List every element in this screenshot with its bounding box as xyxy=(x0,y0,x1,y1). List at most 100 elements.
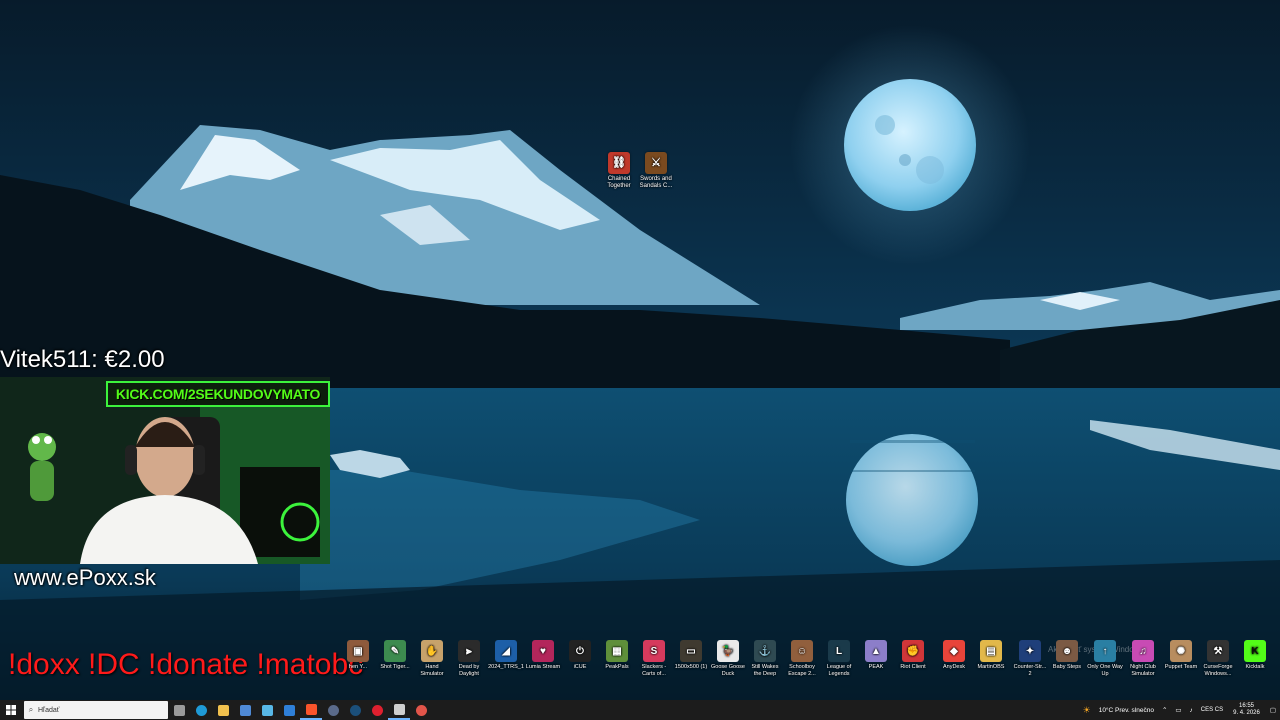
desktop-icon-label: Still Wakes the Deep xyxy=(751,664,779,677)
file-explorer-icon[interactable] xyxy=(212,700,234,720)
desktop-icon-label: Dead by Daylight xyxy=(458,664,480,677)
recorder-icon[interactable] xyxy=(410,700,432,720)
app-shortcut-icon: ▦ xyxy=(606,640,628,662)
weather-icon[interactable]: ☀ xyxy=(1083,705,1091,716)
app-shortcut-icon: 🦆 xyxy=(717,640,739,662)
desktop-icon[interactable]: ↑ Only One Way Up xyxy=(1087,640,1123,678)
desktop-icon[interactable]: ✋ Hand Simulator xyxy=(414,640,450,678)
desktop-icon-label: Puppet Team xyxy=(1164,664,1198,670)
app-shortcut-icon: ▭ xyxy=(680,640,702,662)
desktop-icon[interactable]: ♥ Lumia Stream xyxy=(525,640,561,671)
app-shortcut-icon: ✦ xyxy=(1019,640,1041,662)
app-shortcut-icon: ⚒ xyxy=(1207,640,1229,662)
desktop-icon[interactable]: ▦ PeakPals xyxy=(599,640,635,671)
app-shortcut-icon: ◆ xyxy=(943,640,965,662)
desktop-icon[interactable]: ✦ Counter-Str... 2 xyxy=(1012,640,1048,678)
desktop-icon-label: Baby Steps xyxy=(1052,664,1082,670)
language-indicator[interactable]: CES CS xyxy=(1201,707,1223,714)
steam-icon[interactable] xyxy=(344,700,366,720)
desktop-icon[interactable]: ⚓ Still Wakes the Deep xyxy=(747,640,783,678)
desktop-icon[interactable]: ✺ Puppet Team xyxy=(1163,640,1199,671)
app-shortcut-icon: ▤ xyxy=(980,640,1002,662)
app-shortcut-icon: ♫ xyxy=(1132,640,1154,662)
app-shortcut-icon: ✎ xyxy=(384,640,406,662)
network-icon[interactable]: ▭ xyxy=(1175,706,1181,714)
desktop-icon[interactable]: ☻ Baby Steps xyxy=(1049,640,1085,671)
app-shortcut-icon: L xyxy=(828,640,850,662)
desktop-icon-label: Kicktalk xyxy=(1245,664,1265,670)
desktop-icon[interactable]: ◆ AnyDesk xyxy=(936,640,972,671)
desktop-icon-label: 2024_TTRS_1 xyxy=(488,664,524,670)
desktop-icon-label: 1500x500 (1) xyxy=(674,664,708,670)
desktop-icon-label: PEAK xyxy=(868,664,884,670)
opera-icon[interactable] xyxy=(366,700,388,720)
app-shortcut-icon: ⏻ xyxy=(569,640,591,662)
desktop-icon-label: Shot Tiger... xyxy=(380,664,410,670)
desktop-icon[interactable]: ✊ Riot Client xyxy=(895,640,931,671)
desktop-icon[interactable]: ⏻ iCUE xyxy=(562,640,598,671)
desktop-icon[interactable]: ☺ Schoolboy Escape 2... xyxy=(784,640,820,678)
weather-text[interactable]: 10°C Prev. slnečno xyxy=(1099,707,1154,714)
search-icon: ⌕ xyxy=(28,705,34,714)
desktop-icon[interactable]: S Slackers - Carts of... xyxy=(636,640,672,678)
notifications-icon[interactable]: ▢ xyxy=(1270,706,1276,714)
task-view-icon[interactable] xyxy=(168,700,190,720)
edge-icon[interactable] xyxy=(190,700,212,720)
app-shortcut-icon: K xyxy=(1244,640,1266,662)
desktop-icon[interactable]: K Kicktalk xyxy=(1237,640,1273,671)
desktop-icon[interactable]: 🦆 Goose Goose Duck xyxy=(710,640,746,678)
website-overlay-text: www.ePoxx.sk xyxy=(14,565,156,590)
desktop-icon-chained-together[interactable]: ⛓ Chained Together xyxy=(600,152,638,190)
mail-icon[interactable] xyxy=(278,700,300,720)
desktop-icon-label: Hand Simulator xyxy=(420,664,444,677)
app-shortcut-icon: ⫸ xyxy=(458,640,480,662)
system-tray: ☀ 10°C Prev. slnečno ⌃ ▭ ♪ CES CS 16:55 … xyxy=(1079,700,1280,720)
chained-together-icon: ⛓ xyxy=(608,152,630,174)
app-shortcut-icon: ✺ xyxy=(1170,640,1192,662)
clock[interactable]: 16:55 9. 4. 2026 xyxy=(1233,703,1260,717)
photos-icon[interactable] xyxy=(256,700,278,720)
desktop-icon-label: CurseForge Windows... xyxy=(1203,664,1233,677)
desktop-icon[interactable]: ▤ MartinOBS xyxy=(973,640,1009,671)
desktop-icon-label: Lumia Stream xyxy=(525,664,561,670)
desktop: ⛓ Chained Together ⚔ Swords and Sandals … xyxy=(0,0,1280,700)
desktop-icon-label: League of Legends xyxy=(826,664,852,677)
desktop-icon-label: Goose Goose Duck xyxy=(711,664,745,677)
app-shortcut-icon: ✊ xyxy=(902,640,924,662)
app-shortcut-icon: ↑ xyxy=(1094,640,1116,662)
desktop-icon-label: Only One Way Up xyxy=(1087,664,1123,677)
wallpaper xyxy=(0,0,1280,700)
start-button[interactable] xyxy=(0,700,22,720)
time-text: 16:55 xyxy=(1238,703,1254,709)
desktop-icon[interactable]: ▲ PEAK xyxy=(858,640,894,671)
desktop-icon-label: Swords and Sandals C... xyxy=(639,176,673,189)
desktop-icon[interactable]: ▭ 1500x500 (1) xyxy=(673,640,709,671)
store-icon[interactable] xyxy=(234,700,256,720)
app-shortcut-icon: S xyxy=(643,640,665,662)
windows-logo-icon xyxy=(6,705,16,715)
app-shortcut-icon: ☻ xyxy=(1056,640,1078,662)
desktop-icon[interactable]: ⚒ CurseForge Windows... xyxy=(1200,640,1236,678)
chat-commands-text: !doxx !DC !donate !matobc xyxy=(8,648,364,681)
app-shortcut-icon: ✋ xyxy=(421,640,443,662)
desktop-icon-label: MartinOBS xyxy=(977,664,1005,670)
desktop-icon[interactable]: L League of Legends xyxy=(821,640,857,678)
desktop-icon[interactable]: ♫ Night Club Simulator xyxy=(1125,640,1161,678)
desktop-icon-label: Slackers - Carts of... xyxy=(641,664,667,677)
obs-icon[interactable] xyxy=(322,700,344,720)
desktop-icon-label: Schoolboy Escape 2... xyxy=(788,664,816,677)
desktop-icon[interactable]: ✎ Shot Tiger... xyxy=(377,640,413,671)
desktop-icon-label: Counter-Str... 2 xyxy=(1013,664,1047,677)
desktop-icon-swords-and-sandals[interactable]: ⚔ Swords and Sandals C... xyxy=(637,152,675,190)
donation-alert: Vitek511: €2.00 xyxy=(0,346,165,373)
search-placeholder: Hľadať xyxy=(38,706,60,714)
app-icon[interactable] xyxy=(388,700,410,720)
desktop-icon[interactable]: ◢ 2024_TTRS_1 xyxy=(488,640,524,671)
tray-overflow-icon[interactable]: ⌃ xyxy=(1162,706,1167,714)
desktop-icon-label: hen Y... xyxy=(348,664,368,670)
taskbar-search-input[interactable]: ⌕ Hľadať xyxy=(24,701,168,719)
volume-icon[interactable]: ♪ xyxy=(1190,707,1193,714)
desktop-icon[interactable]: ⫸ Dead by Daylight xyxy=(451,640,487,678)
desktop-icon[interactable]: ▣ hen Y... xyxy=(340,640,376,671)
brave-icon[interactable] xyxy=(300,700,322,720)
